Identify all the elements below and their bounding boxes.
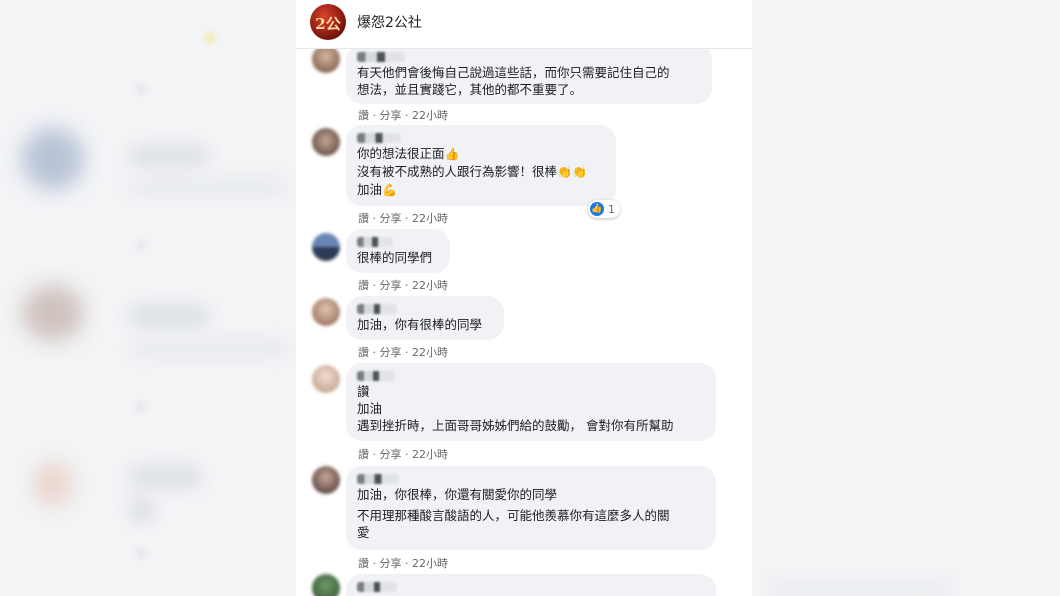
background-bar [770,582,950,596]
background-dot [136,548,146,558]
page-logo[interactable]: 2公 [310,4,346,40]
page-header: 2公 爆怨2公社 [296,0,752,49]
comment-actions: 讚 · 分享 · 22小時 [358,107,448,123]
background-bar [130,146,208,166]
reaction-count-number: 1 [608,202,615,216]
comment-bubble [346,574,716,596]
clapping-hands-icon: 👏👏 [557,165,587,179]
commenter-avatar[interactable] [312,233,340,261]
comment-bubble: 讚加油 遇到挫折時，上面哥哥姊姊們給的鼓勵， 會對你有所幫助 [346,363,716,441]
share-button[interactable]: 分享 [380,210,402,226]
commenter-name[interactable] [357,52,405,62]
comment-text: 加油，你有很棒的同學 [357,317,483,332]
comment-bubble: 加油，你有很棒的同學 [346,296,504,340]
commenter-name[interactable] [357,237,393,247]
thumbs-up-icon: 👍 [444,147,460,161]
background-bar [128,178,288,194]
commenter-avatar[interactable] [312,574,340,596]
comment-actions: 讚 · 分享 · 22小時 [358,277,448,293]
like-button[interactable]: 讚 [358,344,369,360]
page-logo-text: 2公 [315,15,341,33]
commenter-name[interactable] [357,582,397,592]
share-button[interactable]: 分享 [380,446,402,462]
background-bar [130,466,200,488]
like-button[interactable]: 讚 [358,446,369,462]
background-avatar [22,285,84,341]
comment-text: 加油，你很棒，你還有關愛你的同學 不用理那種酸言酸語的人，可能他羨慕你有這麼多人的… [357,487,670,540]
comment-bubble: 你的想法很正面👍 沒有被不成熟的人跟行為影響！很棒👏👏 加油💪 [346,125,616,206]
commenter-avatar[interactable] [312,298,340,326]
comment-text: 你的想法很正面👍 沒有被不成熟的人跟行為影響！很棒👏👏 加油💪 [357,146,587,197]
like-button[interactable]: 讚 [358,277,369,293]
share-button[interactable]: 分享 [380,344,402,360]
commenter-avatar[interactable] [312,466,340,494]
comment-timestamp[interactable]: 22小時 [412,446,448,462]
comment-bubble: 加油，你很棒，你還有關愛你的同學 不用理那種酸言酸語的人，可能他羨慕你有這麼多人的… [346,466,716,550]
background-bar [130,305,208,327]
like-button[interactable]: 讚 [358,107,369,123]
comment-actions: 讚 · 分享 · 22小時 [358,210,448,226]
share-button[interactable]: 分享 [380,107,402,123]
background-dot [205,33,215,43]
comment-actions: 讚 · 分享 · 22小時 [358,446,448,462]
share-button[interactable]: 分享 [380,555,402,571]
comment-text: 有天他們會後悔自己說過這些話，而你只需要記住自己的 想法，並且實踐它，其他的都不重… [357,65,670,97]
share-button[interactable]: 分享 [380,277,402,293]
comments-panel: 2公 爆怨2公社 有天他們會後悔自己說過這些話，而你只需要記住自己的 想法，並且實… [296,0,752,596]
background-avatar [22,128,84,190]
commenter-avatar[interactable] [312,128,340,156]
commenter-avatar[interactable] [312,45,340,73]
comment-timestamp[interactable]: 22小時 [412,210,448,226]
commenter-name[interactable] [357,133,401,143]
comment-actions: 讚 · 分享 · 22小時 [358,555,448,571]
comment-actions: 讚 · 分享 · 22小時 [358,344,448,360]
background-dot [136,84,146,94]
commenter-avatar[interactable] [312,365,340,393]
commenter-name[interactable] [357,474,399,484]
comment-bubble: 有天他們會後悔自己說過這些話，而你只需要記住自己的 想法，並且實踐它，其他的都不重… [346,44,712,104]
comment-bubble: 很棒的同學們 [346,229,450,273]
comment-text: 讚加油 遇到挫折時，上面哥哥姊姊們給的鼓勵， 會對你有所幫助 [357,384,674,433]
comment-timestamp[interactable]: 22小時 [412,555,448,571]
comment-text: 很棒的同學們 [357,250,433,265]
comment-timestamp[interactable]: 22小時 [412,107,448,123]
background-dot [136,240,146,250]
reaction-count[interactable]: 👍 1 [588,200,620,218]
page-name[interactable]: 爆怨2公社 [357,12,422,32]
background-dot [136,402,146,412]
background-avatar [34,462,72,506]
like-button[interactable]: 讚 [358,210,369,226]
flexed-biceps-icon: 💪 [382,183,397,197]
commenter-name[interactable] [357,371,395,381]
commenter-name[interactable] [357,304,397,314]
comment-timestamp[interactable]: 22小時 [412,277,448,293]
like-reaction-icon: 👍 [590,202,604,216]
like-button[interactable]: 讚 [358,555,369,571]
background-bar [130,340,290,356]
background-bar [130,498,154,522]
comment-timestamp[interactable]: 22小時 [412,344,448,360]
